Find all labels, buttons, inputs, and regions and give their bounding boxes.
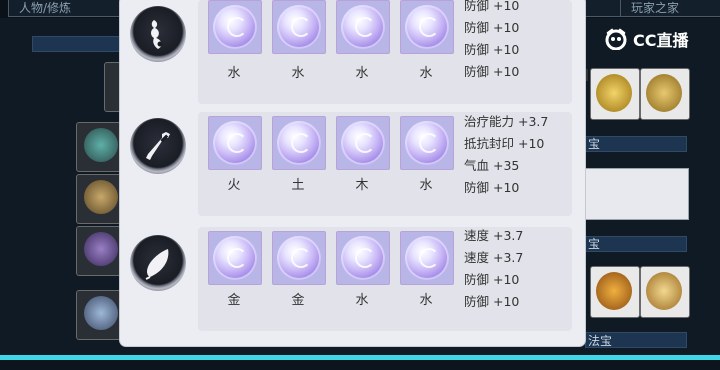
gem-element-label: 水 <box>419 178 433 193</box>
gem-slot[interactable] <box>400 231 454 285</box>
bg-label: 宝 <box>588 237 601 251</box>
gem-slot[interactable] <box>336 0 390 54</box>
bg-panel <box>585 168 689 220</box>
attribute-line: 治疗能力 +3.7 <box>464 114 549 129</box>
gem-slot[interactable] <box>272 116 326 170</box>
bg-item-icon <box>596 74 632 112</box>
bg-strip <box>585 236 687 252</box>
bg-label: 法宝 <box>588 334 613 348</box>
cc-logo-icon <box>603 28 629 51</box>
gem-slot[interactable] <box>272 231 326 285</box>
gem-element-label: 土 <box>291 178 305 193</box>
bg-item-icon <box>596 272 632 310</box>
gem-element-label: 水 <box>227 66 241 81</box>
attribute-line: 速度 +3.7 <box>464 228 524 243</box>
gem-slot[interactable] <box>208 0 262 54</box>
gem-element-label: 木 <box>355 178 369 193</box>
gem-element-label: 火 <box>227 178 241 193</box>
attribute-list: 防御 +10 防御 +10 防御 +10 防御 +10 <box>464 0 519 83</box>
bg-item-icon <box>646 74 682 112</box>
bottom-strip <box>0 360 720 370</box>
attribute-line: 气血 +35 <box>464 158 520 173</box>
text-cursor-icon <box>586 69 588 81</box>
gem-slot[interactable] <box>336 116 390 170</box>
leaf-icon[interactable] <box>130 235 186 291</box>
bg-item-icon <box>646 272 682 310</box>
bg-item-icon <box>84 232 118 266</box>
bg-item-icon <box>84 128 118 162</box>
gem-slot[interactable] <box>400 0 454 54</box>
tab-character[interactable]: 人物/修炼 <box>8 0 130 17</box>
attribute-line: 防御 +10 <box>464 64 520 79</box>
attribute-list: 治疗能力 +3.7 抵抗封印 +10 气血 +35 防御 +10 <box>464 111 548 199</box>
gem-slot[interactable] <box>336 231 390 285</box>
bg-label: 宝 <box>588 137 601 151</box>
gem-element-label: 水 <box>419 66 433 81</box>
ornament-icon[interactable] <box>130 6 186 62</box>
attribute-line: 防御 +10 <box>464 0 520 13</box>
bg-item-icon <box>84 180 118 214</box>
attribute-list: 速度 +3.7 速度 +3.7 防御 +10 防御 +10 <box>464 225 523 313</box>
attribute-line: 防御 +10 <box>464 294 520 309</box>
equipment-group: 金 金 水 水 速度 +3.7 速度 +3.7 防御 +10 防御 +10 <box>120 223 585 335</box>
attribute-line: 防御 +10 <box>464 180 520 195</box>
attribute-line: 抵抗封印 +10 <box>464 136 545 151</box>
gem-slot[interactable] <box>272 0 326 54</box>
tab-player-home[interactable]: 玩家之家 <box>620 0 720 17</box>
attribute-line: 速度 +3.7 <box>464 250 524 265</box>
gem-element-label: 水 <box>355 293 369 308</box>
weapon-icon[interactable] <box>130 118 186 174</box>
gem-element-label: 金 <box>227 293 241 308</box>
gem-element-label: 水 <box>291 66 305 81</box>
bg-strip <box>585 136 687 152</box>
gem-element-label: 水 <box>355 66 369 81</box>
equipment-group: 水 水 水 水 防御 +10 防御 +10 防御 +10 防御 +10 <box>120 0 585 108</box>
attribute-line: 防御 +10 <box>464 272 520 287</box>
cc-live-logo: CC直播 <box>603 26 689 52</box>
bg-item-icon <box>84 296 118 330</box>
gem-slot[interactable] <box>208 116 262 170</box>
gem-slot[interactable] <box>208 231 262 285</box>
gem-element-label: 金 <box>291 293 305 308</box>
equipment-group: 火 土 木 水 治疗能力 +3.7 抵抗封印 +10 气血 +35 防御 +10 <box>120 108 585 220</box>
gem-slot[interactable] <box>400 116 454 170</box>
attribute-line: 防御 +10 <box>464 20 520 35</box>
gem-element-label: 水 <box>419 293 433 308</box>
logo-text: CC直播 <box>633 31 689 50</box>
gem-detail-popup: 水 水 水 水 防御 +10 防御 +10 防御 +10 防御 +10 火 土 … <box>120 0 588 346</box>
attribute-line: 防御 +10 <box>464 42 520 57</box>
bg-strip <box>32 36 122 52</box>
